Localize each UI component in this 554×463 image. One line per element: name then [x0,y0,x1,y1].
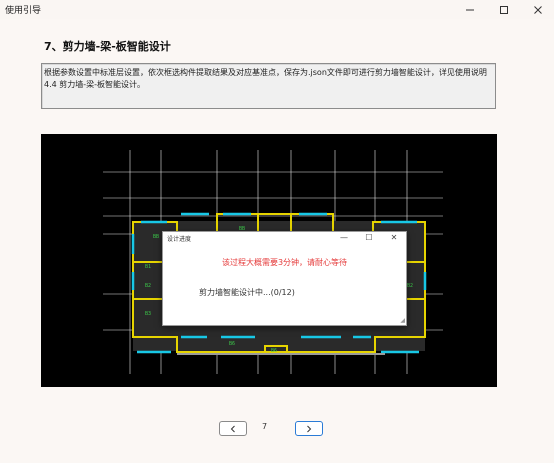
dialog-maximize-button[interactable]: ☐ [360,232,378,244]
next-page-button[interactable] [295,421,323,436]
chevron-right-icon [307,425,312,432]
chevron-left-icon [230,425,235,432]
label-b2-right: B2 [407,283,413,289]
minimize-icon [466,9,474,10]
page-heading: 7、剪力墙-梁-板智能设计 [44,40,171,53]
window-title: 使用引导 [5,6,42,16]
dialog-title: 设计进度 [167,236,192,243]
label-b2-left: B2 [145,283,151,289]
close-icon [534,5,542,14]
label-b6-2: B6 [271,348,277,354]
description-box: 根据参数设置中标准层设置，依次框选构件提取结果及对应基准点，保存为.json文件… [41,63,496,109]
page-number: 7 [262,422,268,431]
previous-page-button[interactable] [219,421,247,436]
label-bb-1: BB [153,234,159,240]
label-b1: B1 [145,264,151,270]
maximize-button[interactable] [489,0,519,19]
dialog-progress-text: 剪力墙智能设计中...(0/12) [199,288,295,297]
description-text: 根据参数设置中标准层设置，依次框选构件提取结果及对应基准点，保存为.json文件… [44,68,487,89]
maximize-icon [500,5,508,14]
design-progress-dialog: 设计进度 — ☐ ✕ 该过程大概需要3分钟，请耐心等待 剪力墙智能设计中...(… [162,231,407,326]
minimize-button[interactable] [455,0,485,19]
title-bar: 使用引导 [0,0,554,19]
dialog-close-button[interactable]: ✕ [385,232,403,244]
dialog-minimize-button[interactable]: — [335,232,353,244]
label-b6-1: B6 [229,341,235,347]
resize-grip-icon[interactable]: ◢ [400,317,405,324]
label-b3: B3 [145,311,151,317]
dialog-warning-text: 该过程大概需要3分钟，请耐心等待 [221,258,348,267]
close-button[interactable] [523,0,553,19]
